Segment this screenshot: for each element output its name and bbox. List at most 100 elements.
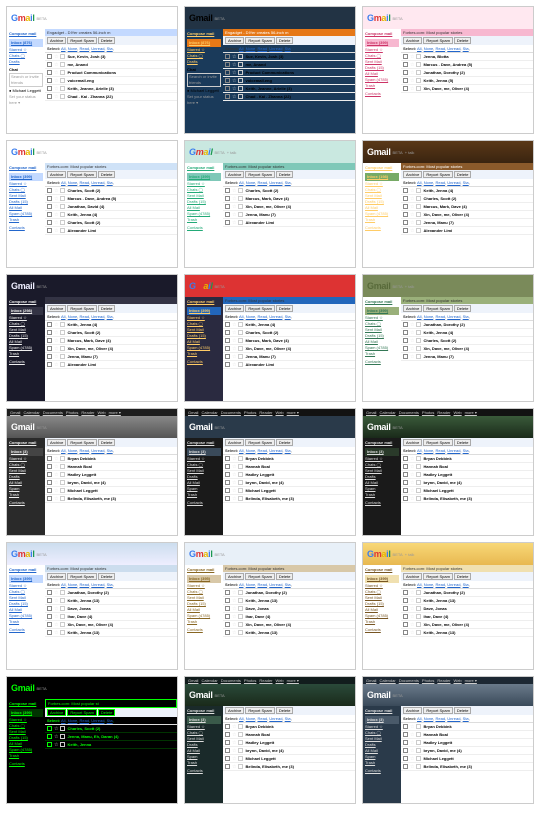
select-sta[interactable]: Sta bbox=[285, 582, 291, 587]
contacts-link[interactable]: Contacts bbox=[365, 359, 399, 365]
select-sta[interactable]: Sta bbox=[285, 448, 291, 453]
contacts-link[interactable]: Contacts bbox=[365, 500, 399, 506]
checkbox[interactable] bbox=[225, 70, 230, 75]
archive-button[interactable]: Archive bbox=[47, 37, 66, 44]
mail-row[interactable]: ☆Hannah Boal bbox=[45, 463, 177, 471]
select-read[interactable]: Read bbox=[436, 46, 446, 51]
checkbox[interactable] bbox=[225, 590, 230, 595]
select-unread[interactable]: Unread bbox=[269, 314, 282, 319]
select-sta[interactable]: Sta bbox=[285, 716, 291, 721]
nav-trash[interactable]: Trash bbox=[9, 619, 43, 625]
checkbox[interactable] bbox=[403, 764, 408, 769]
mail-row[interactable]: ☆Keith, Jeanne, Arielle (3) bbox=[45, 85, 177, 93]
checkbox[interactable] bbox=[403, 204, 408, 209]
checkbox[interactable] bbox=[47, 228, 52, 233]
mail-row[interactable]: ☆Michael Leggett bbox=[401, 487, 533, 495]
checkbox[interactable] bbox=[225, 472, 230, 477]
nav-inbox[interactable]: Inbox (876) bbox=[187, 39, 221, 47]
archive-button[interactable]: Archive bbox=[47, 573, 66, 580]
chat-search[interactable]: Search or invite friends bbox=[187, 73, 221, 87]
select-sta[interactable]: Sta bbox=[107, 582, 113, 587]
select-none[interactable]: None bbox=[424, 46, 434, 51]
checkbox[interactable] bbox=[47, 742, 52, 747]
nav-trash[interactable]: Trash bbox=[365, 492, 399, 498]
mail-row[interactable]: ☆Jenna, Manu (7) bbox=[401, 219, 533, 227]
select-none[interactable]: None bbox=[68, 180, 78, 185]
mail-row[interactable]: ☆Marcus, Mark, Dave (4) bbox=[45, 337, 177, 345]
mail-row[interactable]: ☆Jonathan, Dorothy (2) bbox=[401, 589, 533, 597]
mail-row[interactable]: ☆Marcus . Dave, Andrea (5) bbox=[401, 61, 533, 69]
archive-button[interactable]: Archive bbox=[225, 707, 244, 714]
nav-trash[interactable]: Trash bbox=[187, 492, 221, 498]
select-read[interactable]: Read bbox=[80, 46, 90, 51]
mail-row[interactable]: ☆Alexander Limi bbox=[223, 361, 355, 369]
checkbox[interactable] bbox=[403, 732, 408, 737]
nav-inbox[interactable]: Inbox (399) bbox=[365, 307, 399, 315]
compose-link[interactable]: Compose mail bbox=[187, 440, 221, 446]
checkbox[interactable] bbox=[47, 614, 52, 619]
topnav-link[interactable]: more ▾ bbox=[109, 410, 121, 415]
checkbox[interactable] bbox=[225, 212, 230, 217]
topnav-link[interactable]: Reader bbox=[437, 410, 450, 415]
star-icon[interactable]: ☆ bbox=[232, 598, 236, 604]
delete-button[interactable]: Delete bbox=[98, 37, 116, 44]
star-icon[interactable]: ☆ bbox=[54, 734, 58, 740]
mail-row[interactable]: ☆Xin, Dave, me, Oliver (4) bbox=[401, 345, 533, 353]
mail-row[interactable]: ☆brynn, David, me (4) bbox=[223, 479, 355, 487]
checkbox[interactable] bbox=[225, 346, 230, 351]
topnav-link[interactable]: Gmail bbox=[188, 678, 198, 683]
checkbox[interactable] bbox=[47, 464, 52, 469]
star-icon[interactable]: ☆ bbox=[232, 614, 236, 620]
report-spam-button[interactable]: Report Spam bbox=[423, 305, 453, 312]
checkbox[interactable] bbox=[403, 322, 408, 327]
topnav-link[interactable]: Documents bbox=[43, 410, 63, 415]
checkbox[interactable] bbox=[403, 78, 408, 83]
mail-row[interactable]: ☆Ihar, Dave (4) bbox=[401, 613, 533, 621]
compose-link[interactable]: Compose mail bbox=[187, 299, 221, 305]
archive-button[interactable]: Archive bbox=[403, 573, 422, 580]
select-read[interactable]: Read bbox=[258, 716, 268, 721]
compose-link[interactable]: Compose mail bbox=[365, 165, 399, 171]
star-icon[interactable]: ☆ bbox=[54, 742, 58, 748]
nav-inbox[interactable]: Inbox (399) bbox=[187, 307, 221, 315]
star-icon[interactable]: ☆ bbox=[232, 740, 236, 746]
nav-inbox[interactable]: Inbox (298) bbox=[9, 307, 43, 315]
checkbox[interactable] bbox=[403, 330, 408, 335]
topnav-link[interactable]: Web bbox=[454, 678, 462, 683]
select-none[interactable]: None bbox=[246, 314, 256, 319]
topnav-link[interactable]: Photos bbox=[244, 678, 256, 683]
mail-row[interactable]: ☆brynn, David, me (4) bbox=[401, 479, 533, 487]
mail-row[interactable]: ☆Jenna, Manu (7) bbox=[401, 353, 533, 361]
select-read[interactable]: Read bbox=[258, 180, 268, 185]
checkbox[interactable] bbox=[225, 456, 230, 461]
checkbox[interactable] bbox=[47, 204, 52, 209]
archive-button[interactable]: Archive bbox=[225, 171, 244, 178]
mail-row[interactable]: ☆Hannah Boal bbox=[223, 463, 355, 471]
checkbox[interactable] bbox=[403, 606, 408, 611]
select-sta[interactable]: Sta bbox=[107, 718, 113, 723]
mail-row[interactable]: ☆Jonathan, David (4) bbox=[45, 203, 177, 211]
star-icon[interactable]: ☆ bbox=[410, 464, 414, 470]
star-icon[interactable]: ☆ bbox=[232, 204, 236, 210]
mail-row[interactable]: ☆Xin, Dave, me, Oliver (4) bbox=[401, 621, 533, 629]
archive-button[interactable]: Archive bbox=[47, 709, 66, 716]
checkbox[interactable] bbox=[225, 598, 230, 603]
checkbox[interactable] bbox=[225, 196, 230, 201]
select-unread[interactable]: Unread bbox=[447, 448, 460, 453]
archive-button[interactable]: Archive bbox=[47, 439, 66, 446]
nav-trash[interactable]: Trash bbox=[9, 492, 43, 498]
star-icon[interactable]: ☆ bbox=[54, 212, 58, 218]
checkbox[interactable] bbox=[225, 496, 230, 501]
report-spam-button[interactable]: Report Spam bbox=[245, 439, 275, 446]
nav-inbox[interactable]: Inbox (399) bbox=[365, 575, 399, 583]
compose-link[interactable]: Compose mail bbox=[9, 440, 43, 446]
compose-link[interactable]: Compose mail bbox=[9, 165, 43, 171]
mail-row[interactable]: ☆voicemail.eng bbox=[223, 77, 355, 85]
topnav-link[interactable]: Calendar bbox=[379, 678, 395, 683]
star-icon[interactable]: ☆ bbox=[232, 362, 236, 368]
topnav-link[interactable]: Web bbox=[276, 410, 284, 415]
select-sta[interactable]: Sta bbox=[463, 314, 469, 319]
topnav-link[interactable]: Photos bbox=[422, 678, 434, 683]
mail-row[interactable]: ☆Marcus, Mark, Dave (4) bbox=[401, 203, 533, 211]
mail-row[interactable]: ☆Xin, Dave, me, Oliver (4) bbox=[45, 345, 177, 353]
